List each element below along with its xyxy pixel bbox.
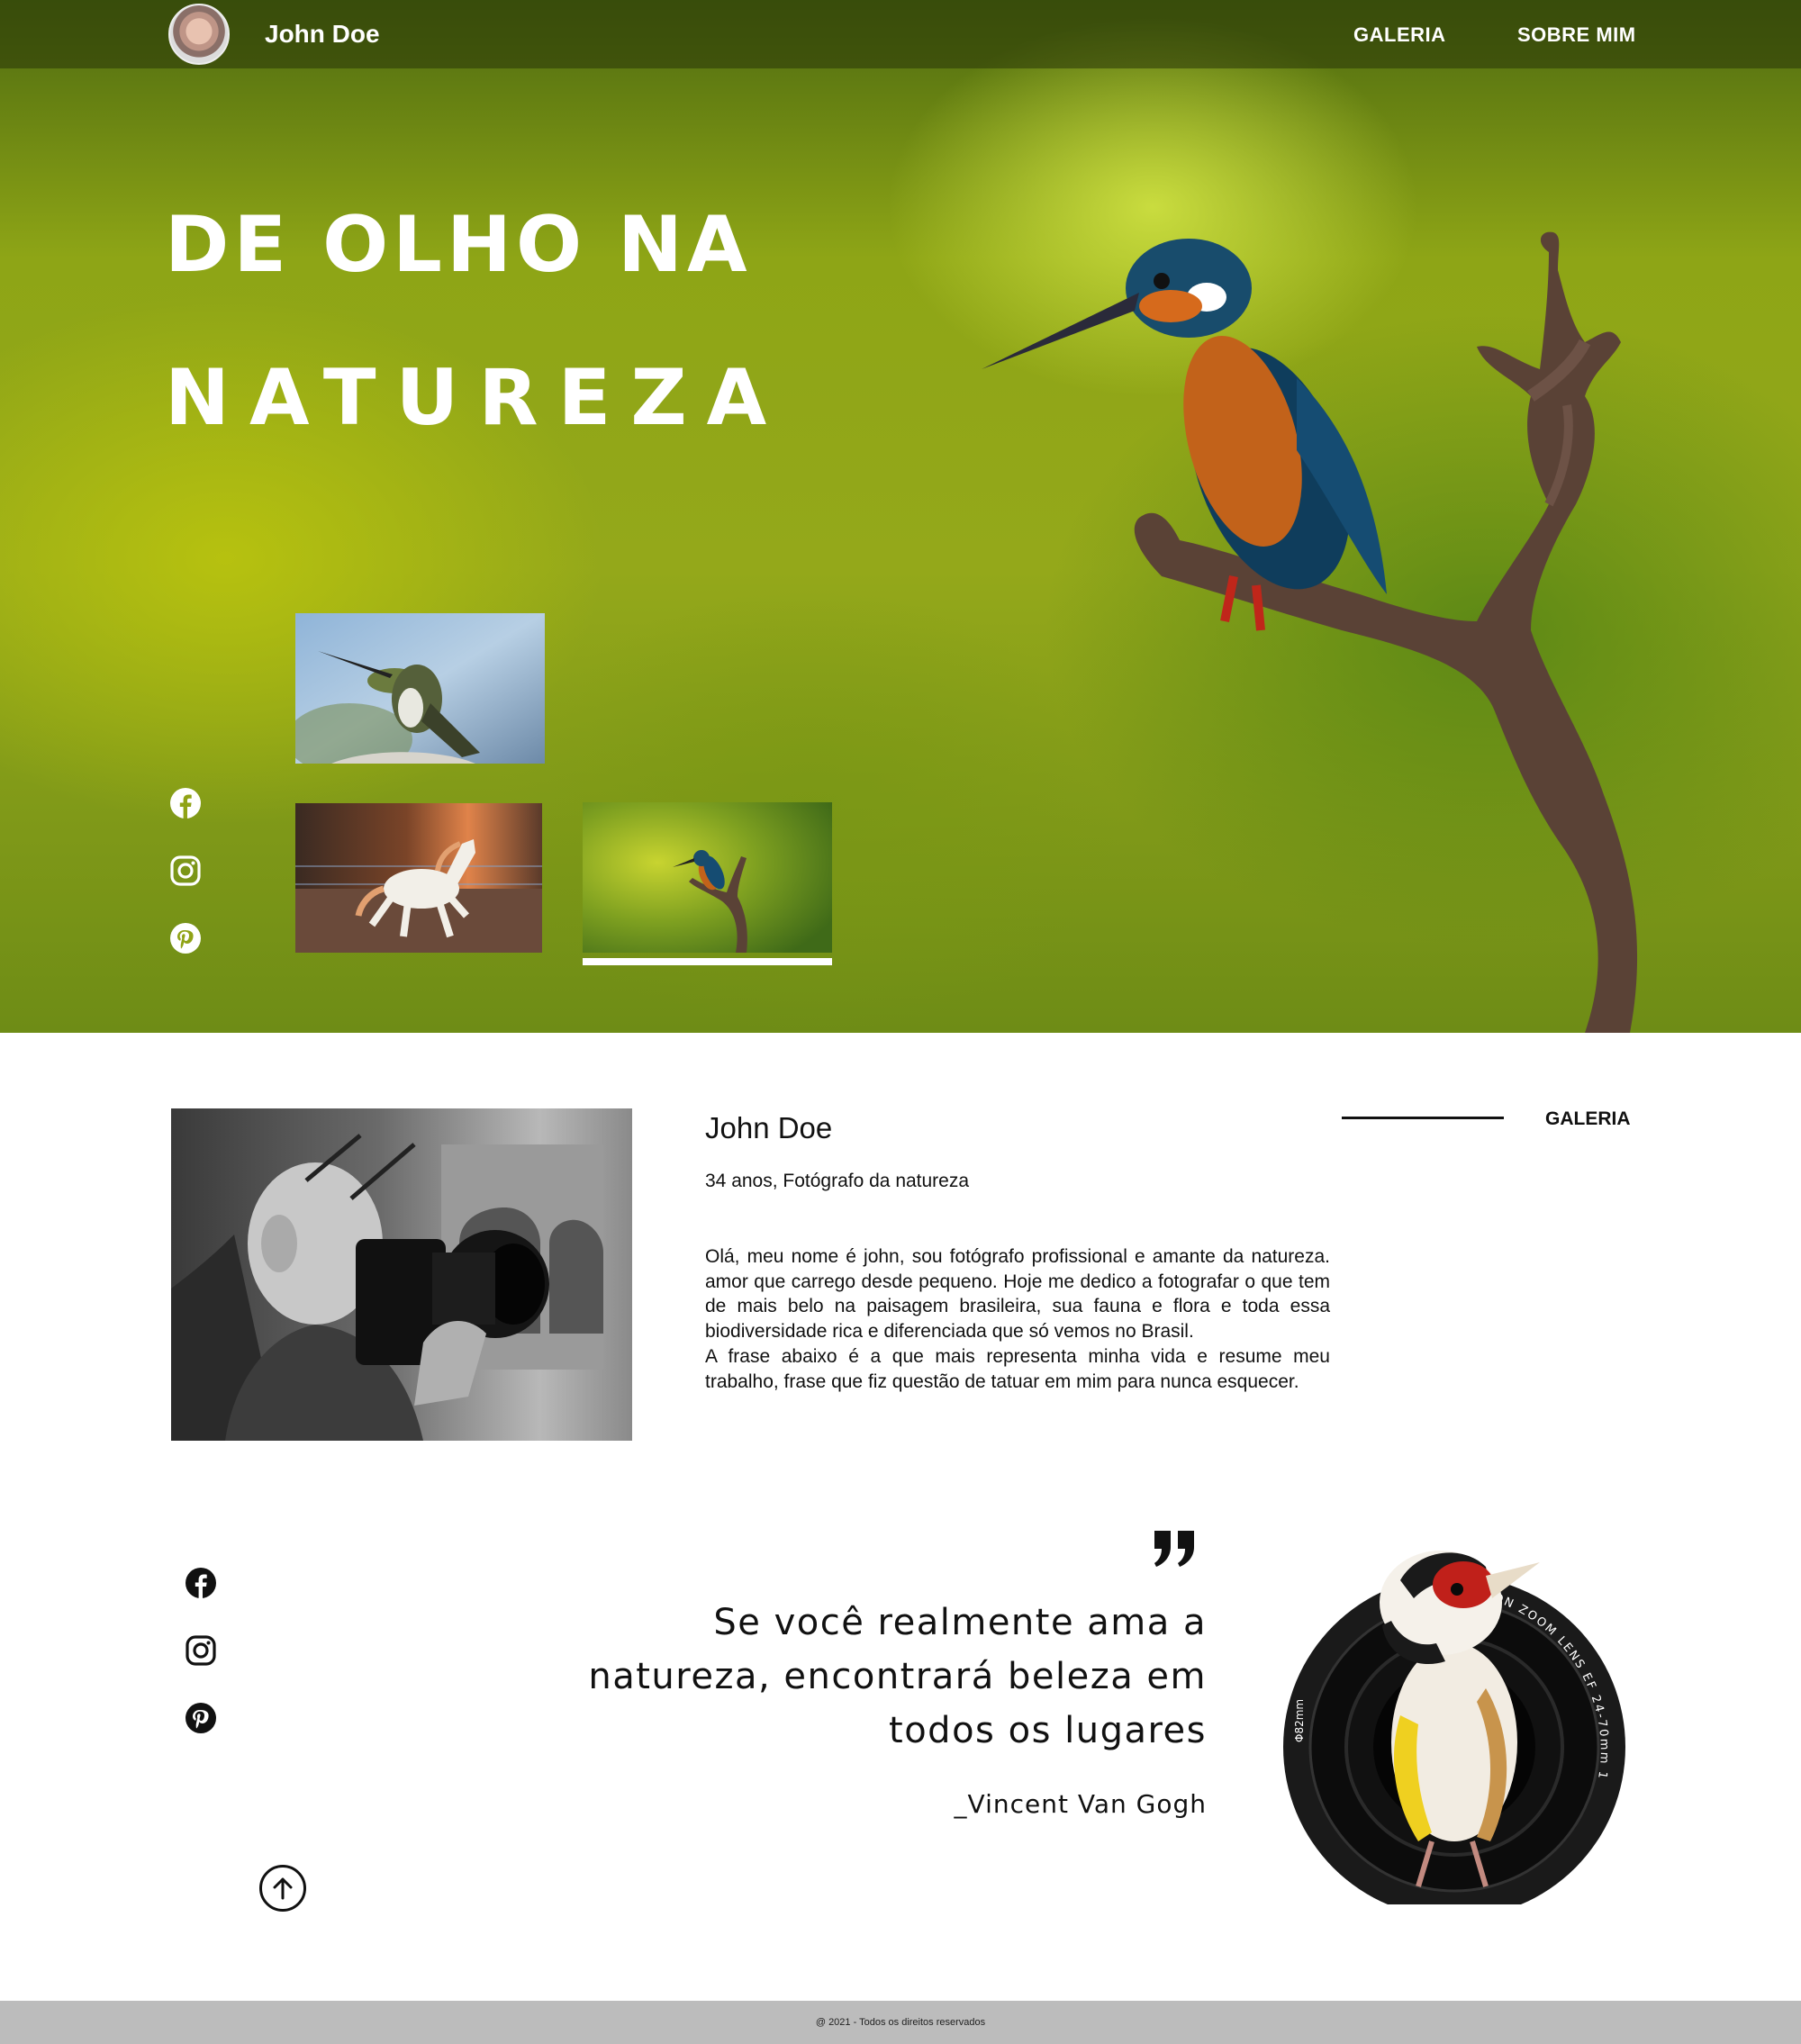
copyright-text: @ 2021 - Todos os direitos reservados (815, 2017, 986, 2028)
hero-section: John Doe GALERIA SOBRE MIM DE OLHO NA NA… (0, 0, 1801, 1033)
goldfinch-lens-image: CANON ZOOM LENS EF 24-70mm 1:2.8 II USM … (1283, 1508, 1625, 1904)
photographer-image (171, 1108, 632, 1441)
pinterest-icon[interactable] (185, 1702, 217, 1734)
arrow-up-icon (273, 1877, 293, 1900)
avatar[interactable] (168, 4, 230, 65)
instagram-icon[interactable] (185, 1634, 217, 1667)
facebook-icon[interactable] (185, 1567, 217, 1599)
about-subtitle: 34 anos, Fotógrafo da natureza (705, 1171, 970, 1191)
top-navbar: John Doe GALERIA SOBRE MIM (0, 0, 1801, 68)
pinterest-icon[interactable] (169, 922, 202, 954)
galeria-link[interactable]: GALERIA (1545, 1108, 1631, 1130)
lens-diameter-text: Φ82mm (1293, 1699, 1306, 1742)
footer: @ 2021 - Todos os direitos reservados (0, 2001, 1801, 2044)
back-to-top-button[interactable] (259, 1865, 306, 1912)
nav-link-galeria[interactable]: GALERIA (1353, 23, 1446, 47)
gallery-thumbnail-hummingbird[interactable] (295, 613, 545, 764)
quote-mark-icon (1154, 1531, 1194, 1567)
site-owner-name[interactable]: John Doe (265, 20, 380, 49)
kingfisher-hero-image (982, 231, 1638, 1033)
hero-title-line1: DE OLHO NA (165, 200, 752, 290)
about-name: John Doe (705, 1111, 833, 1144)
bio-paragraph: Olá, meu nome é john, sou fotógrafo prof… (705, 1246, 1330, 1343)
kingfisher-image (583, 802, 832, 953)
quote-author: _Vincent Van Gogh (954, 1789, 1207, 1819)
divider-line (1342, 1117, 1504, 1119)
about-bio: Olá, meu nome é john, sou fotógrafo prof… (705, 1244, 1330, 1394)
photographer-photo (171, 1108, 632, 1441)
white-horse-image (295, 803, 542, 953)
facebook-icon[interactable] (169, 787, 202, 819)
hummingbird-image (295, 613, 545, 764)
gallery-thumbnail-kingfisher[interactable] (583, 802, 832, 953)
active-thumbnail-indicator (583, 958, 832, 965)
nav-link-sobre-mim[interactable]: SOBRE MIM (1517, 23, 1636, 47)
hero-title-line2: NATUREZA (165, 353, 787, 443)
bio-paragraph: A frase abaixo é a que mais representa m… (705, 1345, 1330, 1392)
quote-text: Se você realmente ama a natureza, encont… (588, 1602, 1207, 1751)
instagram-icon[interactable] (169, 855, 202, 887)
gallery-thumbnail-horse[interactable] (295, 803, 542, 953)
